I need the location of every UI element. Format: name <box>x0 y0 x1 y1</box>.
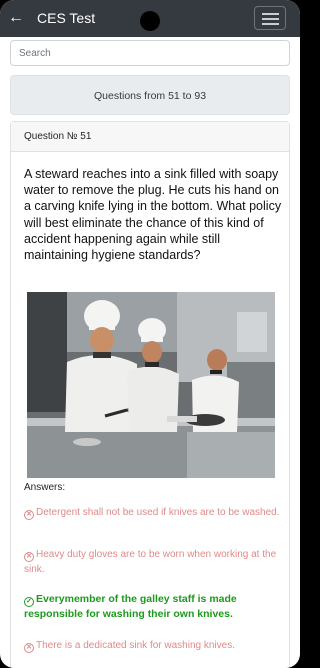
question-card: Question № 51 A steward reaches into a s… <box>10 121 290 668</box>
x-circle-icon: ✕ <box>24 643 34 653</box>
hamburger-icon <box>262 23 279 25</box>
answer-item[interactable]: ✕ There is a dedicated sink for washing k… <box>24 638 282 653</box>
answer-text: Everymember of the galley staff is made … <box>24 593 237 620</box>
answer-item[interactable]: ✕ Detergent shall not be used if knives a… <box>24 505 282 520</box>
check-circle-icon: ✓ <box>24 597 34 607</box>
question-range-button[interactable]: Questions from 51 to 93 <box>10 75 290 115</box>
x-circle-icon: ✕ <box>24 510 34 520</box>
hamburger-icon <box>262 18 279 20</box>
menu-button[interactable] <box>254 6 286 30</box>
hamburger-icon <box>262 13 279 15</box>
app-bar: ← CES Test <box>0 0 300 37</box>
camera-cutout <box>140 11 160 31</box>
answer-text: Heavy duty gloves are to be worn when wo… <box>24 549 277 575</box>
app-title: CES Test <box>37 10 96 26</box>
galley-photo <box>27 292 275 478</box>
answer-item-correct[interactable]: ✓ Everymember of the galley staff is made… <box>24 592 282 622</box>
question-text: A steward reaches into a sink filled wit… <box>24 167 282 263</box>
answer-item[interactable]: ✕ Heavy duty gloves are to be worn when w… <box>24 547 282 577</box>
answer-text: There is a dedicated sink for washing kn… <box>36 640 235 651</box>
answers-label: Answers: <box>24 482 66 493</box>
question-header: Question № 51 <box>11 122 289 152</box>
app-screen: ← CES Test Questions from 51 to 93 Quest… <box>0 0 300 668</box>
answer-text: Detergent shall not be used if knives ar… <box>36 507 280 518</box>
arrow-left-icon[interactable]: ← <box>8 9 24 27</box>
search-input[interactable] <box>10 40 290 66</box>
question-image <box>27 292 275 478</box>
x-circle-icon: ✕ <box>24 552 34 562</box>
